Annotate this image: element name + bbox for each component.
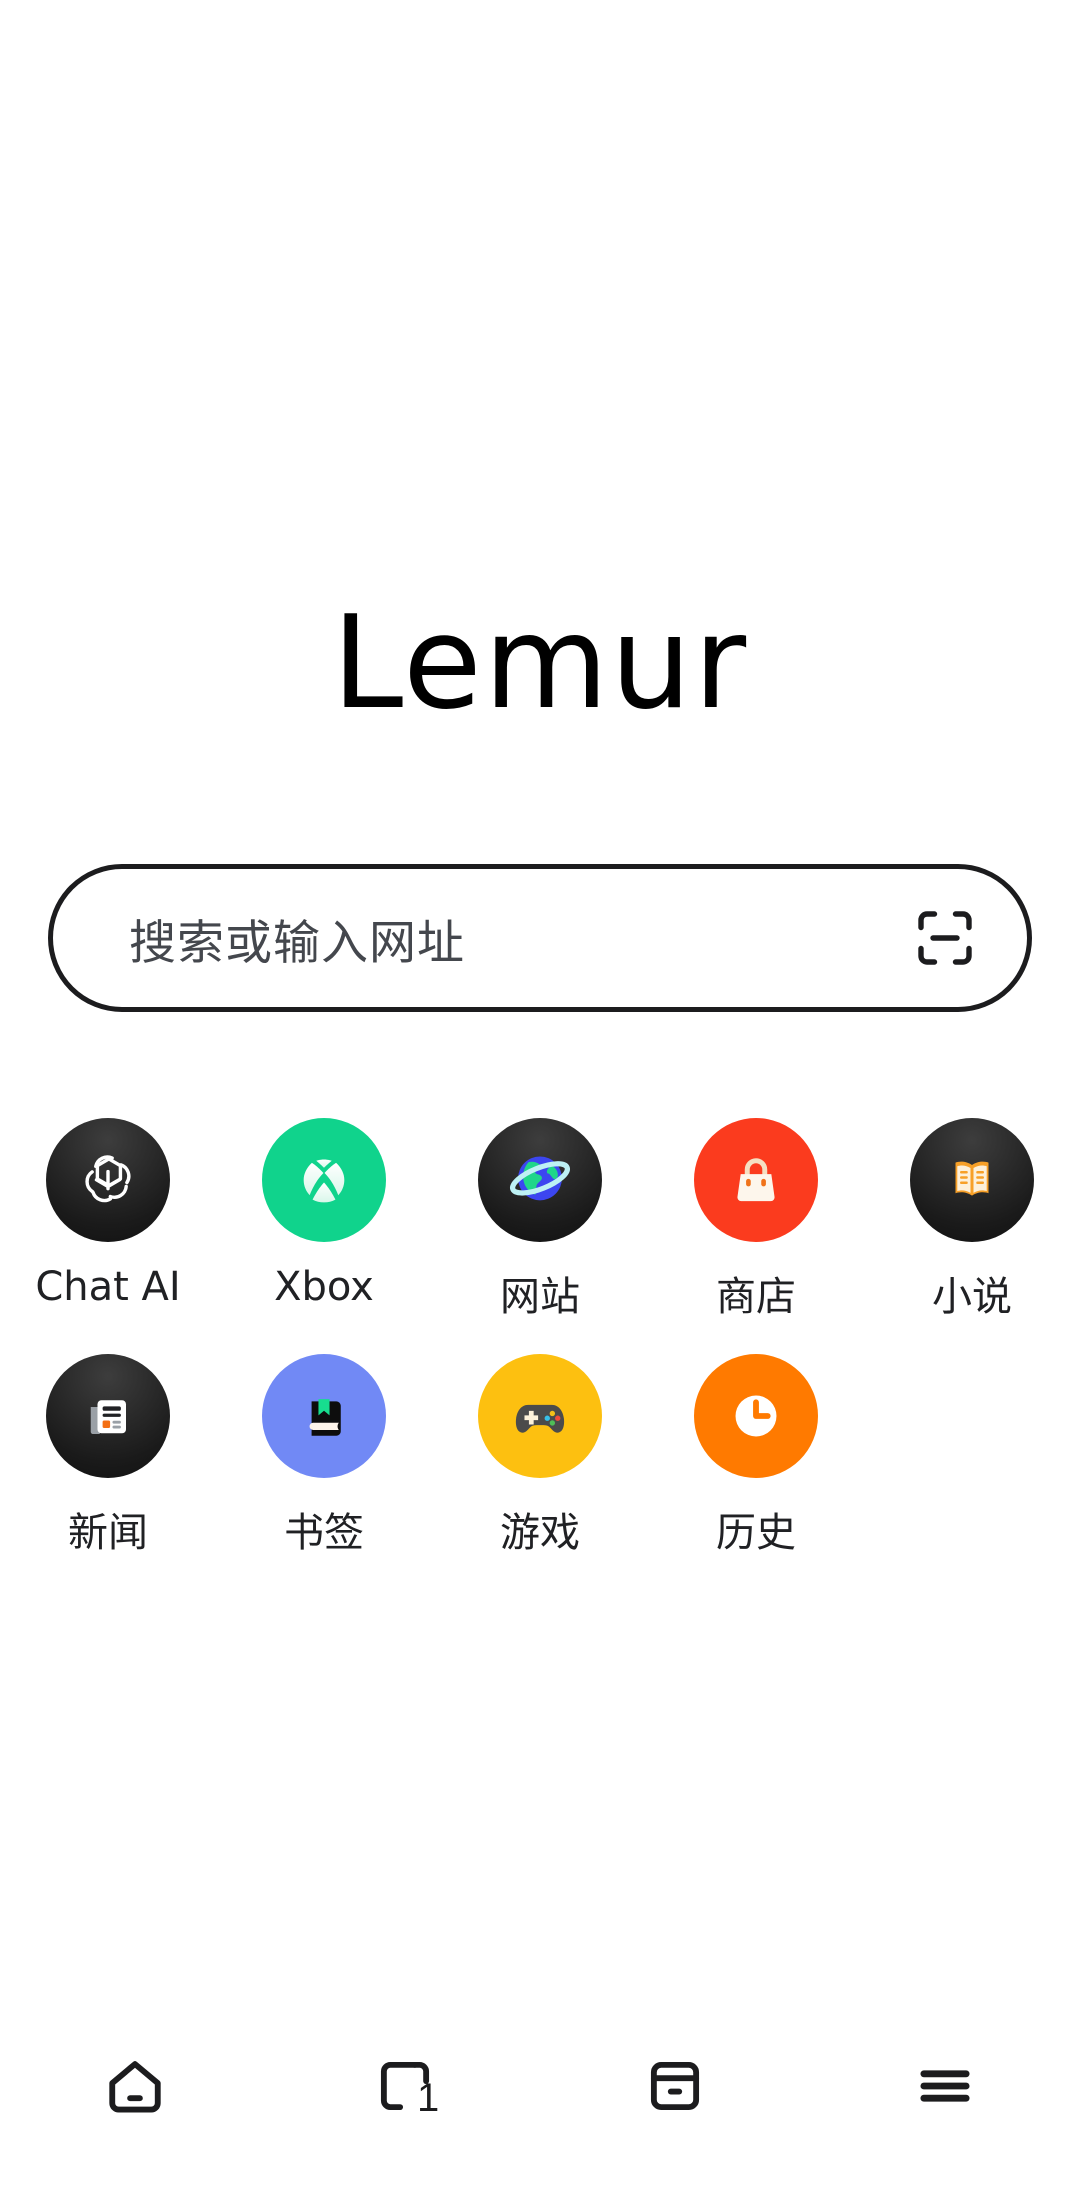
- nav-tabs-button[interactable]: 1: [270, 1986, 540, 2186]
- shortcut-history[interactable]: 历史: [648, 1354, 864, 1558]
- shortcut-label: 小说: [932, 1274, 1012, 1320]
- clock-icon: [694, 1354, 818, 1478]
- bottom-navigation-bar: 1: [0, 1986, 1080, 2186]
- shortcut-xbox[interactable]: Xbox: [216, 1118, 432, 1322]
- shortcut-label: 商店: [716, 1274, 796, 1320]
- shortcut-label: 游戏: [500, 1510, 580, 1556]
- bookmark-book-icon: [262, 1354, 386, 1478]
- shortcut-label: 历史: [716, 1510, 796, 1556]
- xbox-logo-icon: [262, 1118, 386, 1242]
- openai-logo-icon: [46, 1118, 170, 1242]
- shortcut-news[interactable]: 新闻: [0, 1354, 216, 1558]
- shortcut-bookmarks[interactable]: 书签: [216, 1354, 432, 1558]
- browser-home-screen: Lemur 搜索或输入网址 Chat AI Xbox 网站 商店 小说 新闻 书…: [0, 0, 1080, 2186]
- shortcut-label: 新闻: [68, 1510, 148, 1556]
- globe-planet-icon: [478, 1118, 602, 1242]
- brand-logo: Lemur: [331, 589, 749, 738]
- shortcut-games[interactable]: 游戏: [432, 1354, 648, 1558]
- handbag-icon: [694, 1118, 818, 1242]
- shortcut-label: 书签: [284, 1510, 364, 1556]
- search-input[interactable]: 搜索或输入网址: [129, 904, 909, 973]
- shortcut-grid: Chat AI Xbox 网站 商店 小说 新闻 书签 游戏 历史: [0, 1118, 1080, 1558]
- home-icon: [96, 2047, 174, 2125]
- tab-count-badge: 1: [417, 2076, 440, 2120]
- archive-icon: [636, 2047, 714, 2125]
- nav-bookmarks-button[interactable]: [540, 1986, 810, 2186]
- nav-home-button[interactable]: [0, 1986, 270, 2186]
- open-book-icon: [910, 1118, 1034, 1242]
- shortcut-label: 网站: [500, 1274, 580, 1320]
- hamburger-icon: [906, 2047, 984, 2125]
- shortcut-label: Xbox: [274, 1264, 374, 1310]
- shortcut-website[interactable]: 网站: [432, 1118, 648, 1322]
- shortcut-store[interactable]: 商店: [648, 1118, 864, 1322]
- scan-code-icon[interactable]: [909, 902, 981, 974]
- shortcut-label: Chat AI: [35, 1264, 181, 1310]
- shortcut-chat-ai[interactable]: Chat AI: [0, 1118, 216, 1322]
- gamepad-icon: [478, 1354, 602, 1478]
- shortcut-novel[interactable]: 小说: [864, 1118, 1080, 1322]
- newspaper-icon: [46, 1354, 170, 1478]
- nav-menu-button[interactable]: [810, 1986, 1080, 2186]
- search-bar[interactable]: 搜索或输入网址: [48, 864, 1032, 1012]
